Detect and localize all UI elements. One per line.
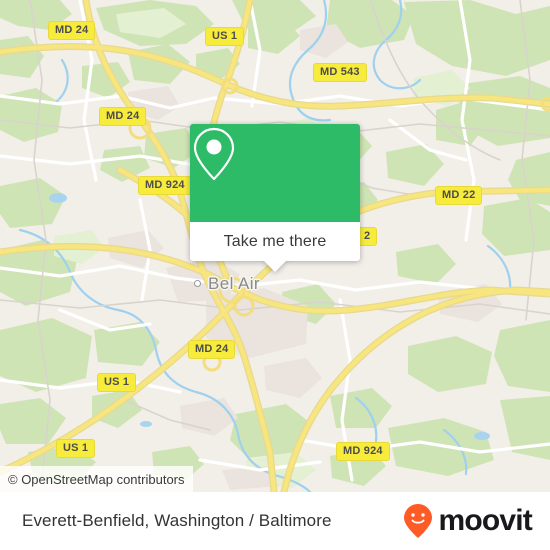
screenshot-root: Bel Air MD 24 US 1 MD 543 MD 24 MD 924 MD 22 2… (0, 0, 550, 550)
road-shield: MD 24 (48, 21, 96, 40)
road-shield: US 1 (205, 27, 245, 46)
moovit-wordmark: moovit (438, 504, 532, 537)
footer-bar: Everett-Benfield, Washington / Baltimore… (0, 492, 550, 550)
road-shield: MD 22 (435, 186, 483, 205)
map-canvas[interactable]: Bel Air MD 24 US 1 MD 543 MD 24 MD 924 MD 22 2… (0, 0, 550, 492)
road-shield: 2 (357, 227, 378, 246)
road-shield: MD 543 (313, 63, 367, 82)
map-pin-icon (193, 127, 235, 181)
road-shield: MD 924 (336, 442, 390, 461)
road-shield: MD 24 (188, 340, 236, 359)
road-shield: US 1 (97, 373, 137, 392)
take-me-there-callout[interactable]: Take me there (190, 124, 360, 272)
take-me-there-label: Take me there (223, 232, 327, 250)
map-attribution[interactable]: © OpenStreetMap contributors (0, 466, 193, 492)
place-label-bel-air: Bel Air (208, 274, 260, 293)
callout-pointer (264, 261, 286, 272)
road-shield: MD 24 (99, 107, 147, 126)
footer-location-title: Everett-Benfield, Washington / Baltimore (22, 511, 332, 530)
moovit-smiley-pin-icon (404, 504, 433, 538)
road-shield: US 1 (56, 439, 96, 458)
road-shield: MD 924 (138, 176, 192, 195)
callout-pin-panel (190, 124, 360, 222)
place-marker-dot (194, 280, 201, 287)
moovit-logo[interactable]: moovit (403, 503, 533, 539)
take-me-there-button[interactable]: Take me there (190, 222, 360, 261)
